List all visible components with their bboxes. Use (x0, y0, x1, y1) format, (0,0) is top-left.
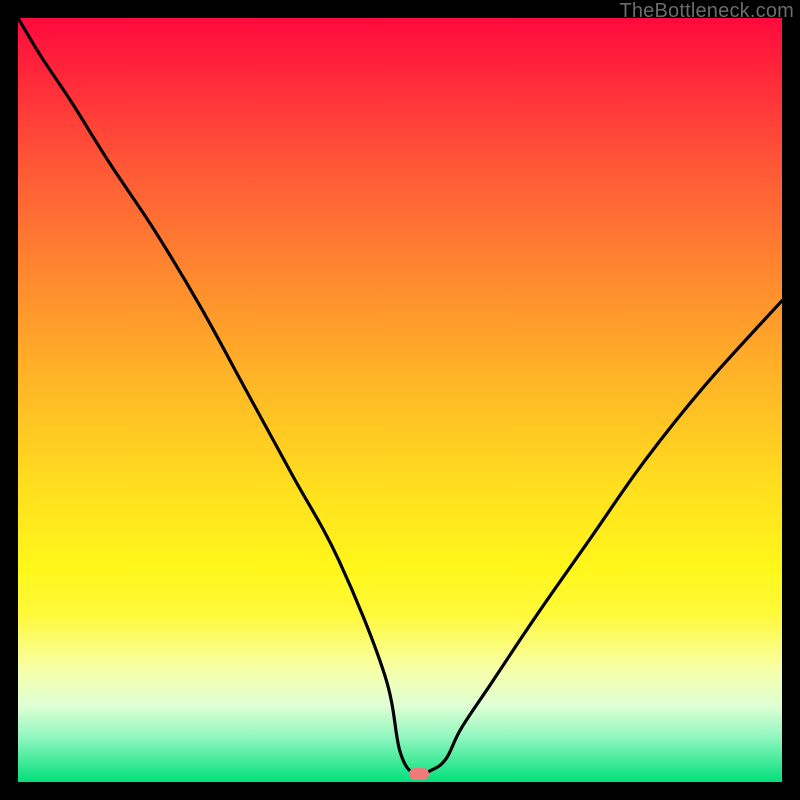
plot-area (18, 18, 782, 782)
optimal-point-marker (409, 768, 429, 780)
chart-frame: TheBottleneck.com (0, 0, 800, 800)
watermark-text: TheBottleneck.com (619, 0, 794, 23)
bottleneck-curve (18, 18, 782, 782)
